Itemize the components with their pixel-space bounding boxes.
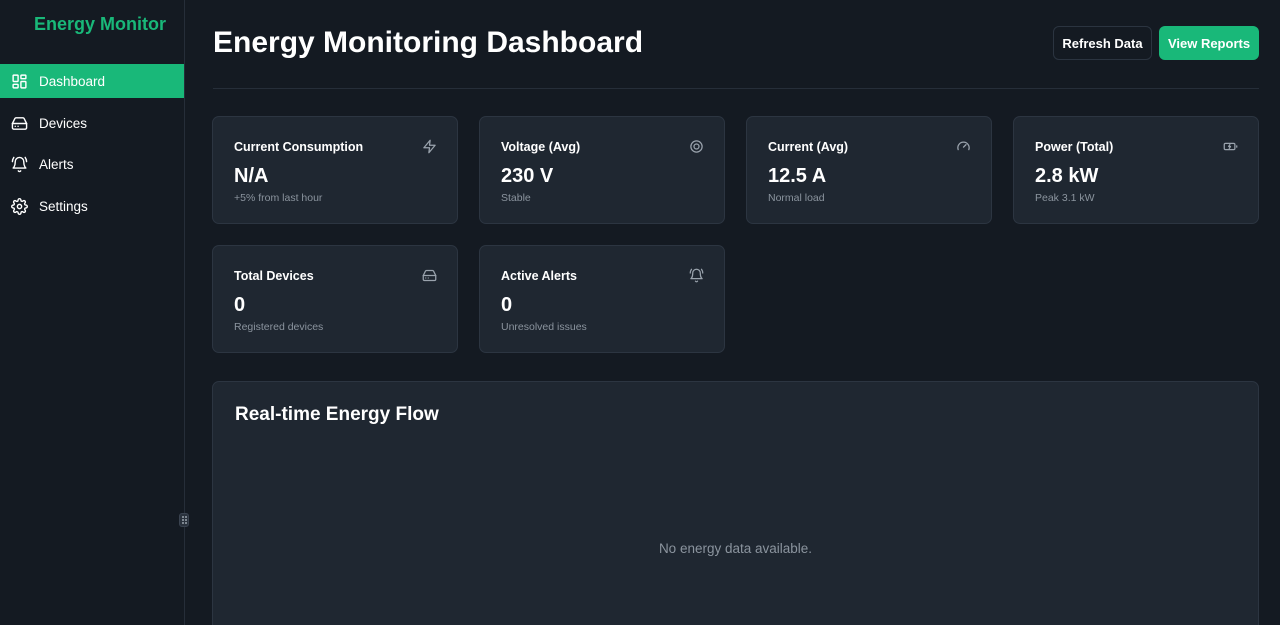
bell-icon [689, 268, 704, 283]
sidebar-item-label: Devices [39, 115, 88, 131]
lightning-icon [422, 139, 437, 154]
sidebar-item-label: Dashboard [39, 73, 106, 89]
gauge-icon [956, 139, 971, 154]
card-title: Active Alerts [501, 269, 577, 283]
card-title: Total Devices [234, 269, 314, 283]
sidebar-item-dashboard[interactable]: Dashboard [0, 64, 184, 98]
card-value: 0 [501, 294, 513, 316]
card-subtext: Normal load [768, 192, 825, 204]
sidebar-item-label: Alerts [39, 156, 74, 172]
card-subtext: Registered devices [234, 321, 324, 333]
battery-icon [1223, 139, 1238, 154]
sidebar-item-devices[interactable]: Devices [0, 106, 184, 140]
card-voltage: Voltage (Avg) 230 V Stable [479, 116, 725, 224]
energy-flow-panel: Real-time Energy Flow No energy data ava… [212, 381, 1259, 625]
brand-logo[interactable]: Energy Monitor [0, 14, 200, 35]
energy-flow-empty-message: No energy data available. [658, 541, 813, 556]
app-root: Energy Monitor Dashboard Devices Alerts … [0, 0, 1280, 625]
card-value: 230 V [501, 165, 554, 187]
devices-icon [422, 268, 437, 283]
energy-flow-title: Real-time Energy Flow [235, 404, 439, 425]
card-title: Current Consumption [234, 140, 364, 154]
sidebar-item-label: Settings [39, 198, 88, 214]
card-value: N/A [234, 165, 269, 187]
sidebar-item-alerts[interactable]: Alerts [0, 147, 184, 181]
devices-icon [11, 115, 28, 132]
card-active-alerts: Active Alerts 0 Unresolved issues [479, 245, 725, 353]
header-divider [213, 88, 1259, 89]
card-value: 0 [234, 294, 246, 316]
sidebar: Energy Monitor Dashboard Devices Alerts … [0, 0, 189, 625]
sidebar-resize-handle[interactable] [179, 513, 189, 527]
dashboard-icon [11, 73, 28, 90]
card-subtext: Unresolved issues [501, 321, 587, 333]
sidebar-item-settings[interactable]: Settings [0, 189, 184, 223]
card-title: Power (Total) [1035, 140, 1114, 154]
refresh-data-button[interactable]: Refresh Data [1053, 26, 1152, 60]
view-reports-button[interactable]: View Reports [1159, 26, 1259, 60]
card-subtext: Stable [501, 192, 531, 204]
card-power: Power (Total) 2.8 kW Peak 3.1 kW [1013, 116, 1259, 224]
bell-icon [11, 156, 28, 173]
gear-icon [11, 197, 28, 215]
target-icon [689, 139, 704, 154]
card-subtext: Peak 3.1 kW [1035, 192, 1095, 204]
card-total-devices: Total Devices 0 Registered devices [212, 245, 458, 353]
card-current-consumption: Current Consumption N/A +5% from last ho… [212, 116, 458, 224]
card-title: Current (Avg) [768, 140, 849, 154]
card-current: Current (Avg) 12.5 A Normal load [746, 116, 992, 224]
page-title: Energy Monitoring Dashboard [213, 26, 644, 59]
card-subtext: +5% from last hour [234, 192, 323, 204]
card-value: 12.5 A [768, 165, 827, 187]
card-title: Voltage (Avg) [501, 140, 581, 154]
card-value: 2.8 kW [1035, 165, 1099, 187]
